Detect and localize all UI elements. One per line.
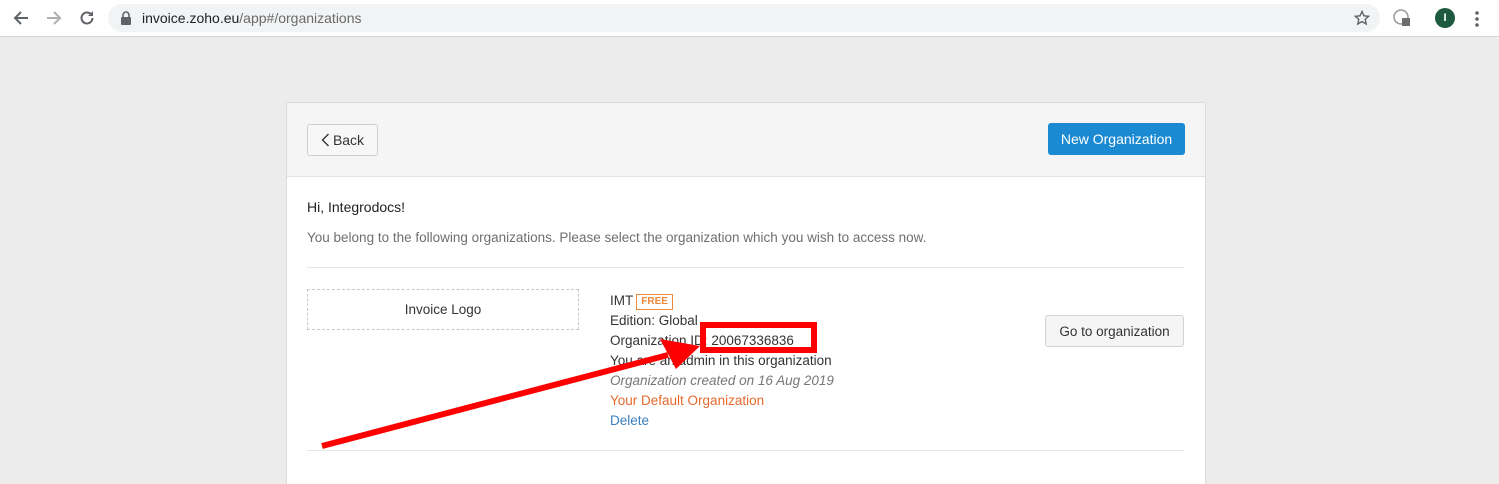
forward-arrow-icon[interactable] bbox=[42, 6, 66, 30]
browser-toolbar: invoice.zoho.eu/app#/organizations I bbox=[0, 0, 1499, 37]
organization-edition: Edition: Global bbox=[610, 313, 698, 328]
extension-icon[interactable] bbox=[1392, 8, 1412, 28]
menu-dots-icon[interactable] bbox=[1470, 9, 1484, 29]
address-bar[interactable]: invoice.zoho.eu/app#/organizations bbox=[108, 4, 1380, 32]
star-icon[interactable] bbox=[1354, 10, 1370, 26]
back-button-label: Back bbox=[332, 132, 365, 148]
default-organization-label: Your Default Organization bbox=[610, 393, 765, 408]
back-button[interactable]: Back bbox=[307, 124, 378, 156]
organization-id-value: 20067336836 bbox=[711, 333, 794, 348]
invoice-logo-placeholder[interactable]: Invoice Logo bbox=[307, 289, 579, 330]
organizations-panel: Back New Organization Hi, Integrodocs! Y… bbox=[286, 102, 1206, 484]
divider bbox=[307, 267, 1184, 268]
profile-avatar[interactable]: I bbox=[1435, 8, 1455, 28]
url-host: invoice.zoho.eu bbox=[142, 10, 240, 26]
organization-name: IMT bbox=[610, 293, 634, 308]
panel-header: Back New Organization bbox=[287, 103, 1205, 177]
chevron-left-icon bbox=[321, 133, 329, 147]
instructions-text: You belong to the following organization… bbox=[307, 230, 927, 245]
plan-badge: FREE bbox=[636, 294, 673, 310]
reload-icon[interactable] bbox=[75, 6, 99, 30]
back-arrow-icon[interactable] bbox=[9, 6, 33, 30]
new-organization-button[interactable]: New Organization bbox=[1048, 123, 1185, 155]
delete-organization-link[interactable]: Delete bbox=[610, 413, 649, 428]
go-to-organization-button[interactable]: Go to organization bbox=[1045, 315, 1184, 347]
greeting-text: Hi, Integrodocs! bbox=[307, 199, 406, 215]
organization-created-date: Organization created on 16 Aug 2019 bbox=[610, 373, 834, 388]
organization-id-label: Organization ID: bbox=[610, 333, 708, 348]
lock-icon bbox=[121, 11, 131, 25]
divider bbox=[307, 450, 1184, 451]
organization-details: IMT FREE Edition: Global Organization ID:… bbox=[610, 291, 834, 431]
url-path: /app#/organizations bbox=[239, 10, 362, 26]
organization-role: You are an admin in this organization bbox=[610, 353, 832, 368]
